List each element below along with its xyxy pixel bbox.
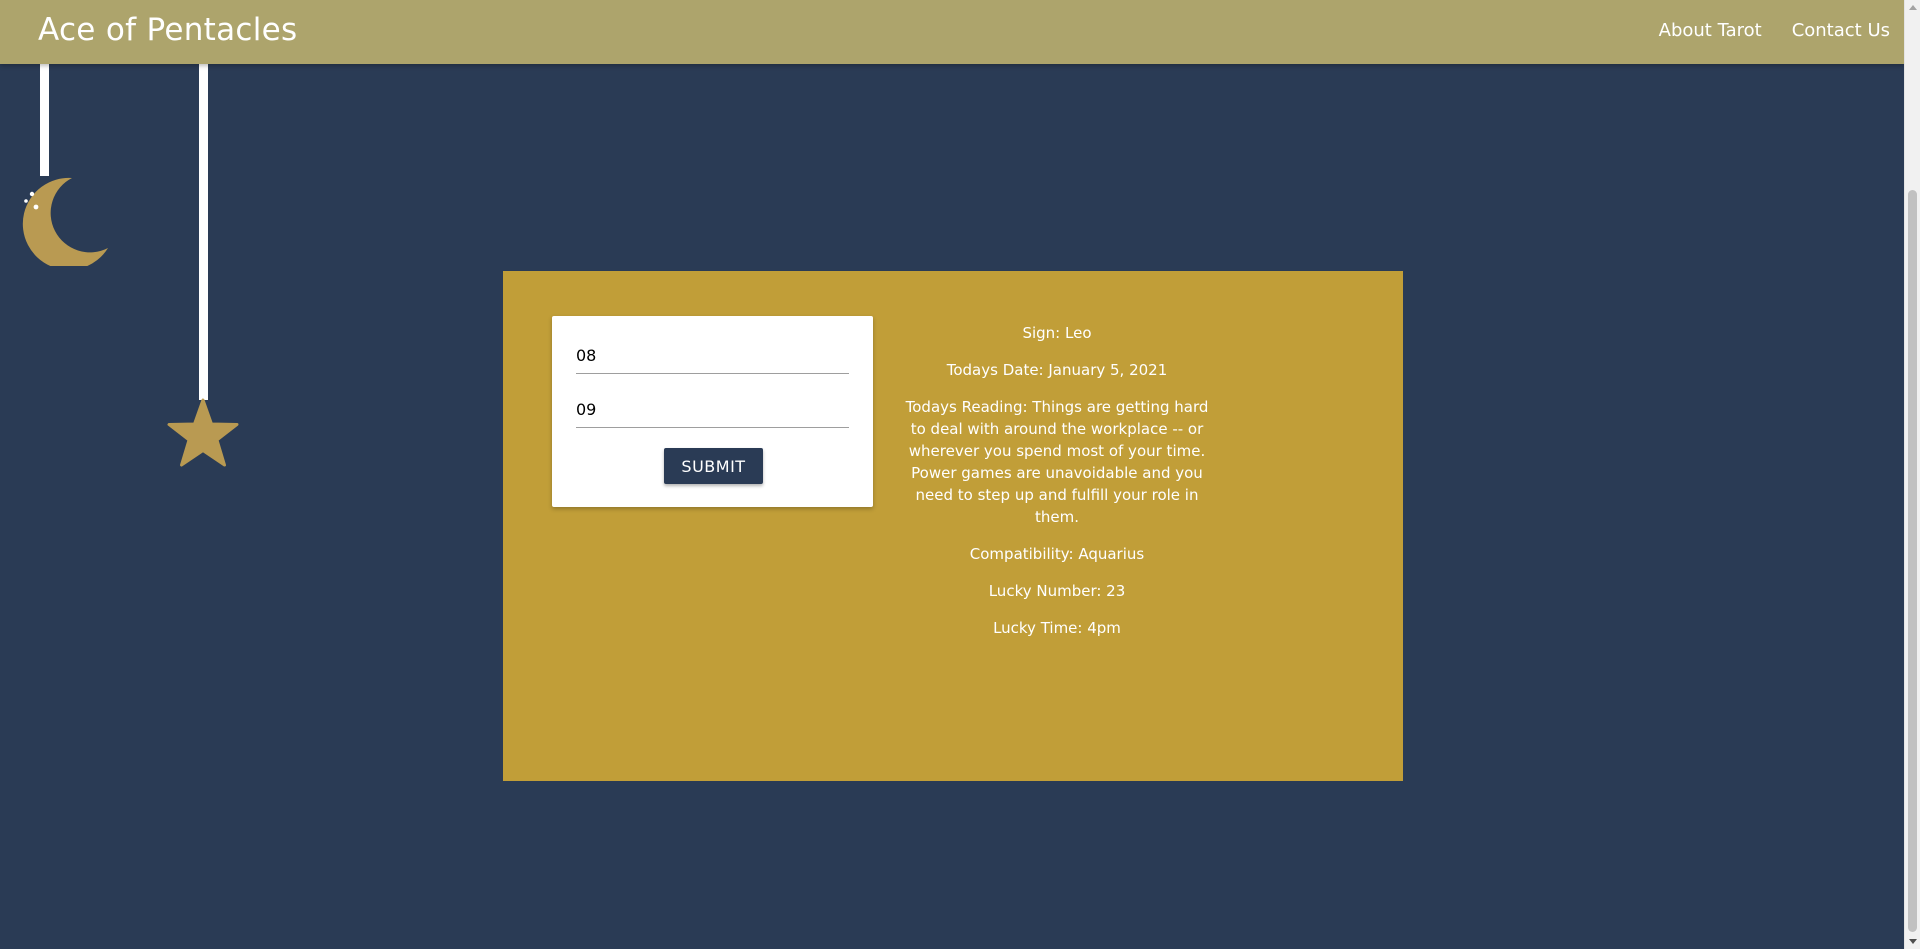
- nav-link-contact-us[interactable]: Contact Us: [1792, 20, 1890, 41]
- todays-reading-text: Todays Reading: Things are getting hard …: [905, 398, 1209, 526]
- page-scrollbar[interactable]: [1904, 0, 1920, 949]
- horoscope-reading: Sign: Leo Todays Date: January 5, 2021 T…: [902, 322, 1212, 654]
- horoscope-panel: SUBMIT Sign: Leo Todays Date: January 5,…: [503, 271, 1403, 781]
- submit-button[interactable]: SUBMIT: [664, 448, 763, 484]
- nav-links: About Tarot Contact Us: [1659, 20, 1890, 41]
- brand-logo[interactable]: Ace of Pentacles: [38, 12, 298, 48]
- star-string: [199, 64, 208, 400]
- scroll-up-arrow-icon[interactable]: [1909, 5, 1917, 10]
- birth-day-input[interactable]: [576, 392, 849, 428]
- sign-text: Sign: Leo: [1022, 324, 1092, 342]
- lucky-time-text: Lucky Time: 4pm: [993, 619, 1121, 637]
- lucky-number-text: Lucky Number: 23: [988, 582, 1126, 600]
- compatibility-text: Compatibility: Aquarius: [969, 545, 1145, 563]
- star-icon: [167, 398, 239, 467]
- todays-date-text: Todays Date: January 5, 2021: [946, 361, 1168, 379]
- scroll-thumb[interactable]: [1908, 190, 1917, 932]
- birth-month-input[interactable]: [576, 338, 849, 374]
- page: Ace of Pentacles About Tarot Contact Us …: [0, 0, 1904, 949]
- nav-link-about-tarot[interactable]: About Tarot: [1659, 20, 1762, 41]
- birthdate-form-card: SUBMIT: [552, 316, 873, 507]
- moon-string: [40, 64, 49, 176]
- crescent-moon-icon: [22, 177, 108, 266]
- scroll-down-arrow-icon[interactable]: [1909, 939, 1917, 944]
- navbar: Ace of Pentacles About Tarot Contact Us: [0, 0, 1904, 64]
